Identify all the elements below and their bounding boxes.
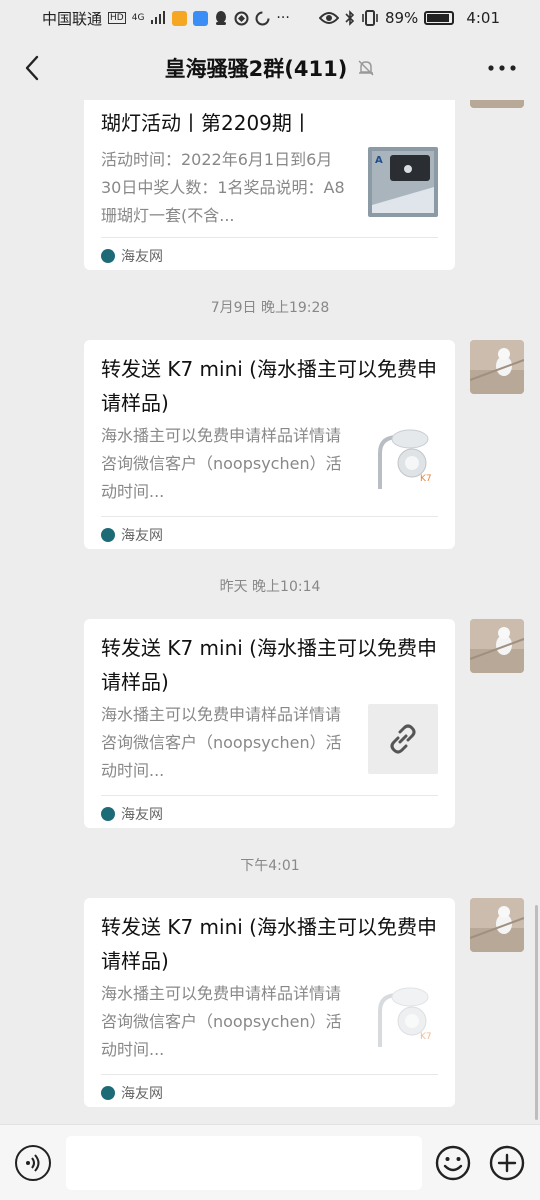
mute-bell-icon bbox=[358, 60, 374, 76]
source-name: 海友网 bbox=[121, 1086, 163, 1102]
svg-text:K7: K7 bbox=[420, 474, 432, 484]
link-card[interactable]: 转发送 K7 mini (海水播主可以免费申请样品) 海水播主可以免费申请样品详… bbox=[84, 619, 455, 828]
avatar[interactable] bbox=[470, 898, 524, 952]
card-title: 转发送 K7 mini (海水播主可以免费申请样品) bbox=[101, 357, 437, 415]
card-divider bbox=[101, 516, 438, 517]
card-thumbnail: A bbox=[368, 147, 438, 217]
card-title: 转发送 K7 mini (海水播主可以免费申请样品) bbox=[101, 915, 437, 973]
more-functions-button[interactable] bbox=[489, 1145, 525, 1181]
card-thumbnail: K7 bbox=[368, 983, 438, 1053]
card-description: 海水播主可以免费申请样品详情请咨询微信客户（noopsychen）活动时间... bbox=[101, 705, 342, 780]
k7-lamp-image: K7 bbox=[368, 983, 438, 1053]
chat-scrollbar[interactable] bbox=[535, 905, 538, 1120]
chevron-left-icon bbox=[25, 55, 39, 81]
link-card[interactable]: 转发送 K7 mini (海水播主可以免费申请样品) 海水播主可以免费申请样品详… bbox=[84, 340, 455, 549]
loading-icon bbox=[255, 11, 270, 25]
status-right: 89% 4:01 bbox=[318, 9, 500, 27]
battery-icon bbox=[424, 11, 455, 25]
network-type: 4G bbox=[131, 13, 145, 23]
card-description: 海水播主可以免费申请样品详情请咨询微信客户（noopsychen）活动时间... bbox=[101, 984, 342, 1059]
hd-icon: HD bbox=[108, 12, 126, 24]
more-options-button[interactable] bbox=[486, 54, 518, 82]
card-title: 瑚灯活动丨第2209期丨 bbox=[101, 111, 312, 135]
chat-area[interactable]: 瑚灯活动丨第2209期丨 活动时间：2022年6月1日到6月30日中奖人数：1名… bbox=[0, 100, 540, 1124]
source-name: 海友网 bbox=[121, 528, 163, 544]
avatar-image bbox=[470, 619, 524, 673]
qq-icon bbox=[216, 10, 227, 25]
vibrate-icon bbox=[362, 10, 378, 26]
avatar-image bbox=[470, 340, 524, 394]
more-dots-icon bbox=[488, 65, 516, 71]
card-description: 海水播主可以免费申请样品详情请咨询微信客户（noopsychen）活动时间... bbox=[101, 426, 342, 501]
vpn-icon bbox=[234, 11, 249, 25]
card-divider bbox=[101, 1074, 438, 1075]
input-bar bbox=[0, 1124, 540, 1200]
voice-wave-icon bbox=[26, 1154, 40, 1172]
card-divider bbox=[101, 795, 438, 796]
a8-lamp-image: A bbox=[368, 147, 438, 217]
card-thumbnail bbox=[368, 704, 438, 774]
link-card[interactable]: 转发送 K7 mini (海水播主可以免费申请样品) 海水播主可以免费申请样品详… bbox=[84, 898, 455, 1107]
card-thumbnail: K7 bbox=[368, 425, 438, 495]
app-notification-icon bbox=[172, 10, 188, 26]
card-source: 海友网 bbox=[101, 246, 163, 266]
emoji-icon bbox=[435, 1145, 471, 1181]
card-description: 活动时间：2022年6月1日到6月30日中奖人数：1名奖品说明：A8珊瑚灯一套(… bbox=[101, 150, 345, 225]
source-logo-icon bbox=[101, 1086, 115, 1100]
plus-icon bbox=[489, 1145, 525, 1181]
clock: 4:01 bbox=[466, 9, 500, 27]
card-title: 转发送 K7 mini (海水播主可以免费申请样品) bbox=[101, 636, 437, 694]
back-button[interactable] bbox=[16, 52, 48, 84]
link-card[interactable]: 瑚灯活动丨第2209期丨 活动时间：2022年6月1日到6月30日中奖人数：1名… bbox=[84, 100, 455, 270]
timestamp: 7月9日 晚上19:28 bbox=[210, 300, 330, 316]
emoji-button[interactable] bbox=[435, 1145, 471, 1181]
timestamp: 昨天 晚上10:14 bbox=[219, 579, 321, 595]
status-left: 中国联通 HD 4G ··· bbox=[42, 8, 290, 29]
message-input[interactable] bbox=[66, 1136, 422, 1190]
signal-icon bbox=[151, 11, 166, 24]
source-name: 海友网 bbox=[121, 807, 163, 823]
card-divider bbox=[101, 237, 438, 238]
bluetooth-icon bbox=[345, 10, 355, 26]
card-source: 海友网 bbox=[101, 804, 163, 824]
link-icon bbox=[390, 724, 416, 754]
source-logo-icon bbox=[101, 528, 115, 542]
svg-text:A: A bbox=[375, 155, 383, 166]
chat-title-wrap: 皇海骚骚2群(411) bbox=[165, 53, 376, 83]
carrier-name: 中国联通 bbox=[42, 9, 103, 28]
search-app-icon bbox=[193, 10, 209, 26]
card-source: 海友网 bbox=[101, 525, 163, 545]
chat-title: 皇海骚骚2群(411) bbox=[164, 57, 348, 81]
battery-percent: 89% bbox=[384, 9, 419, 27]
k7-lamp-image: K7 bbox=[368, 425, 438, 495]
source-name: 海友网 bbox=[121, 249, 163, 265]
status-bar: 中国联通 HD 4G ··· 89% 4:01 bbox=[0, 0, 540, 36]
timestamp: 下午4:01 bbox=[240, 858, 300, 874]
source-logo-icon bbox=[101, 807, 115, 821]
more-notifications-icon: ··· bbox=[276, 10, 290, 26]
avatar[interactable] bbox=[470, 100, 524, 108]
avatar[interactable] bbox=[470, 619, 524, 673]
eye-icon bbox=[318, 12, 339, 24]
avatar[interactable] bbox=[470, 340, 524, 394]
avatar-image bbox=[470, 898, 524, 952]
source-logo-icon bbox=[101, 249, 115, 263]
card-source: 海友网 bbox=[101, 1083, 163, 1103]
avatar-image bbox=[470, 100, 524, 108]
chat-header: 皇海骚骚2群(411) bbox=[0, 36, 540, 100]
voice-input-button[interactable] bbox=[15, 1145, 51, 1181]
svg-text:K7: K7 bbox=[420, 1032, 432, 1042]
